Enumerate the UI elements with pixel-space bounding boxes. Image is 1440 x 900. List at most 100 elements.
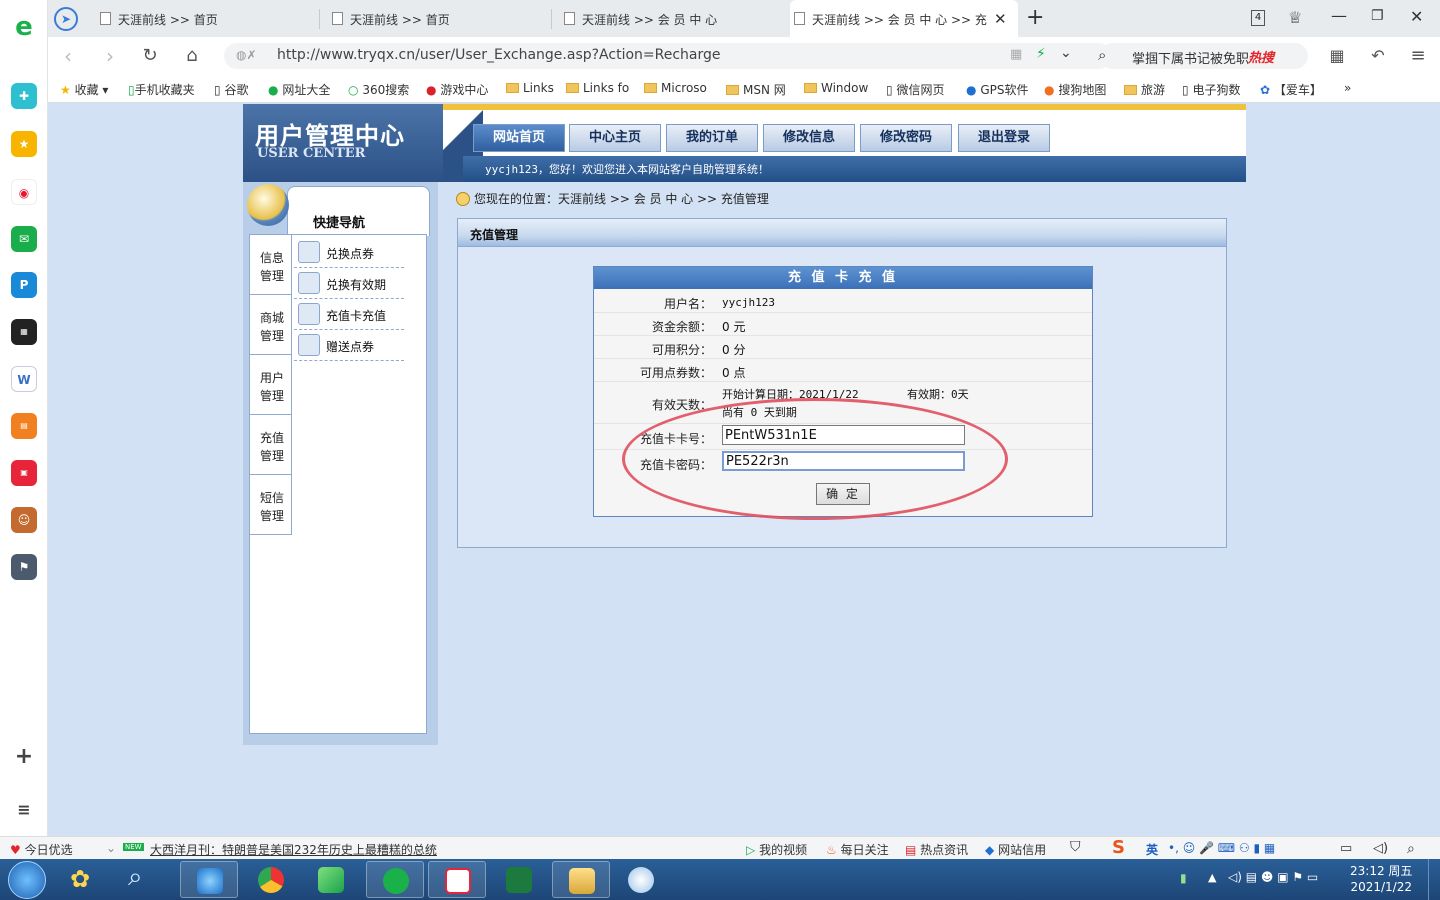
bookmark-google[interactable]: ▯ 谷歌 <box>214 81 248 98</box>
status-my-videos[interactable]: ▷ 我的视频 <box>746 841 807 858</box>
minimize-icon[interactable]: — <box>1331 6 1347 25</box>
tab-1[interactable]: 天涯前线 >> 首页 <box>96 0 318 37</box>
bookmark-360[interactable]: ○ 360搜索 <box>348 81 409 98</box>
tab-count[interactable]: 4 <box>1251 10 1265 26</box>
taskbar-ie[interactable] <box>180 861 238 898</box>
bookmark-msn[interactable]: MSN 网 <box>726 81 786 98</box>
category-info[interactable]: 信息 管理 <box>250 235 292 295</box>
menu-change-password[interactable]: 修改密码 <box>860 124 952 152</box>
novel-app-icon[interactable]: ▤ <box>11 413 37 439</box>
game-app-icon[interactable]: ▦ <box>11 319 37 345</box>
tray-icons[interactable]: ◁) ▤ ☻ ▣ ⚑ ▭ <box>1228 870 1318 884</box>
category-recharge[interactable]: 充值 管理 <box>250 415 292 475</box>
apps-grid-icon[interactable]: ▦ <box>1325 45 1349 67</box>
bookmark-links[interactable]: Links <box>506 81 554 95</box>
favorite-star-icon[interactable]: ★ <box>11 131 37 157</box>
taskbar-explorer[interactable] <box>552 861 610 898</box>
category-shop[interactable]: 商城 管理 <box>250 295 292 355</box>
sogou-ime-icon[interactable]: S <box>1112 837 1125 858</box>
taskbar-youku[interactable] <box>428 861 486 898</box>
ime-mode[interactable]: 英 <box>1146 841 1158 858</box>
system-clock[interactable]: 23:12 周五 2021/1/22 <box>1350 863 1412 895</box>
bookmark-wechat[interactable]: ▯ 微信网页 <box>886 81 944 98</box>
bookmark-car[interactable]: ✿ 【爱车】 <box>1260 81 1322 98</box>
mail-icon[interactable]: ✉ <box>11 226 37 252</box>
bookmark-gps[interactable]: ● GPS软件 <box>966 81 1028 98</box>
restore-icon[interactable]: ❐ <box>1371 8 1384 24</box>
taskbar-excel[interactable] <box>490 861 548 898</box>
back-icon[interactable]: ‹ <box>56 45 80 67</box>
bookmark-edog[interactable]: ▯ 电子狗数 <box>1182 81 1240 98</box>
zoom-icon[interactable]: ⌕ <box>1407 841 1415 857</box>
navigate-icon[interactable]: ➤ <box>54 7 78 31</box>
category-user[interactable]: 用户 管理 <box>250 355 292 415</box>
show-desktop-button[interactable] <box>1428 859 1440 900</box>
tab-2[interactable]: 天涯前线 >> 首页 <box>328 0 550 37</box>
ime-tools-icons[interactable]: •, ☺ 🎤 ⌨ ⚇ ▮ ▦ <box>1168 841 1275 855</box>
chevron-down-icon[interactable]: ⌄ <box>1060 45 1072 61</box>
status-site-credit[interactable]: ◆ 网站信用 <box>985 841 1046 858</box>
game3-app-icon[interactable]: ⚑ <box>11 554 37 580</box>
bookmark-mobile[interactable]: ▯手机收藏夹 <box>128 81 195 98</box>
nav-exchange-validity[interactable]: 兑换有效期 <box>294 268 404 299</box>
refresh-icon[interactable]: ↻ <box>138 45 162 67</box>
chevron-down-icon[interactable]: ⌄ <box>106 841 116 855</box>
category-sms[interactable]: 短信 管理 <box>250 475 292 535</box>
home-icon[interactable]: ⌂ <box>180 45 204 67</box>
shop-app-icon[interactable]: ▣ <box>11 460 37 486</box>
weibo-icon[interactable]: ◉ <box>11 179 37 205</box>
taskbar-chrome[interactable] <box>242 861 300 898</box>
search-box[interactable]: ⌕ 掌掴下属书记被免职 热搜 <box>1098 43 1308 69</box>
bookmark-links-fo[interactable]: Links fo <box>566 81 629 95</box>
browser-logo-icon[interactable]: e <box>11 14 37 40</box>
360-app-icon[interactable]: ✿ <box>70 865 90 893</box>
volume-icon[interactable]: ◁) <box>1373 841 1388 856</box>
speed-icon[interactable]: ⚡ <box>1036 46 1046 62</box>
bookmark-games[interactable]: ● 游戏中心 <box>426 81 488 98</box>
plus-app-icon[interactable]: ✚ <box>11 83 37 109</box>
bookmark-more[interactable]: » <box>1344 81 1351 95</box>
bookmark-daquan[interactable]: ● 网址大全 <box>268 81 330 98</box>
menu-logout[interactable]: 退出登录 <box>958 124 1050 152</box>
taskbar-media[interactable] <box>302 861 360 898</box>
nav-exchange-coupons[interactable]: 兑换点券 <box>294 237 404 268</box>
undo-icon[interactable]: ↶ <box>1366 45 1390 67</box>
bookmark-sogou-map[interactable]: ● 搜狗地图 <box>1044 81 1106 98</box>
nav-card-recharge[interactable]: 充值卡充值 <box>294 299 404 330</box>
bookmark-travel[interactable]: 旅游 <box>1124 81 1165 98</box>
shield-icon[interactable]: ⛉ <box>1070 839 1081 855</box>
close-tab-icon[interactable]: ✕ <box>994 10 1007 28</box>
window-icon[interactable]: ▭ <box>1340 841 1352 856</box>
menu-center-home[interactable]: 中心主页 <box>569 124 661 152</box>
tab-3[interactable]: 天涯前线 >> 会 员 中 心 <box>560 0 782 37</box>
bookmark-favorites[interactable]: ★ 收藏 ▾ <box>60 81 108 98</box>
close-window-icon[interactable]: ✕ <box>1410 7 1423 26</box>
today-picks[interactable]: ♥ 今日优选 <box>10 841 73 858</box>
qr-icon[interactable]: ▦ <box>1010 47 1022 62</box>
bookmark-microsoft[interactable]: Microso <box>644 81 707 95</box>
menu-site-home[interactable]: 网站首页 <box>473 124 565 152</box>
menu-my-orders[interactable]: 我的订单 <box>666 124 758 152</box>
nav-gift-coupons[interactable]: 赠送点券 <box>294 330 404 361</box>
bookmark-windows[interactable]: Window <box>804 81 868 95</box>
search-app-icon[interactable]: ⌕ <box>128 862 143 893</box>
status-daily-follow[interactable]: ♨ 每日关注 <box>826 841 889 858</box>
forward-icon[interactable]: › <box>98 45 122 67</box>
tab-4-active[interactable]: 天涯前线 >> 会 员 中 心 >> 充 <box>790 0 1018 37</box>
news-headline[interactable]: 大西洋月刊：特朗普是美国232年历史上最糟糕的总统 <box>150 841 437 858</box>
taskbar-browser[interactable] <box>366 861 424 898</box>
menu-icon[interactable]: ≡ <box>1406 45 1430 67</box>
ip-app-icon[interactable]: P <box>11 272 37 298</box>
new-tab-icon[interactable]: + <box>1026 5 1044 30</box>
status-hot-news[interactable]: ▤ 热点资讯 <box>905 841 968 858</box>
menu-edit-info[interactable]: 修改信息 <box>763 124 855 152</box>
start-button[interactable] <box>8 861 46 899</box>
document-app-icon[interactable]: W <box>11 366 37 392</box>
battery-icon[interactable]: ▮ <box>1180 871 1187 885</box>
add-icon[interactable]: + <box>11 744 37 770</box>
game2-app-icon[interactable]: ☺ <box>11 507 37 533</box>
list-menu-icon[interactable]: ≡ <box>11 797 37 823</box>
skin-icon[interactable]: ♕ <box>1288 8 1302 27</box>
taskbar-paint[interactable] <box>612 861 670 898</box>
tray-up-icon[interactable]: ▲ <box>1208 871 1216 884</box>
